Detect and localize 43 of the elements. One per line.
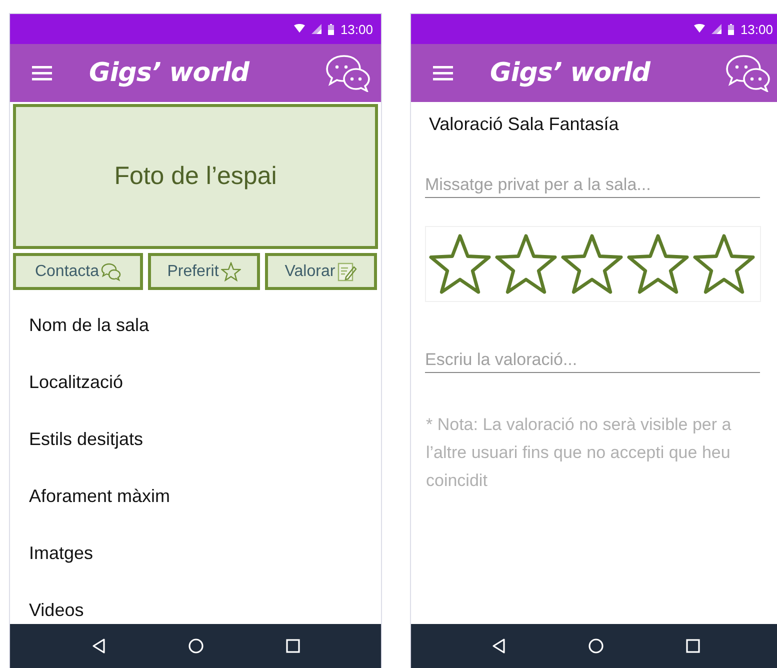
battery-icon	[728, 24, 734, 34]
star-icon[interactable]	[494, 233, 558, 295]
detail-item[interactable]: Nom de la sala	[29, 312, 381, 339]
action-button[interactable]: Valorar	[265, 253, 377, 290]
app-title: Gigs’ world	[490, 58, 650, 88]
rating-heading: Valoració Sala Fantasía	[429, 114, 620, 135]
star-icon	[220, 262, 241, 282]
detail-item[interactable]: Imatges	[29, 540, 381, 567]
star-rating[interactable]	[425, 226, 761, 302]
star-icon[interactable]	[560, 233, 624, 295]
star-icon[interactable]	[428, 233, 492, 295]
action-button[interactable]: Contacta	[13, 253, 143, 290]
message-field[interactable]: Missatge privat per a la sala...	[425, 173, 760, 198]
recent-apps-icon[interactable]	[684, 638, 701, 654]
home-icon[interactable]	[188, 638, 204, 654]
chat-bubbles-icon	[101, 262, 122, 282]
menu-icon[interactable]	[32, 65, 52, 81]
chat-bubbles-icon[interactable]	[725, 54, 771, 92]
photo-caption: Foto de l’espai	[114, 162, 277, 191]
wifi-icon	[294, 24, 306, 34]
signal-icon	[711, 24, 722, 34]
status-time: 13:00	[740, 22, 773, 36]
battery-icon	[328, 24, 334, 34]
detail-item[interactable]: Estils desitjats	[29, 426, 381, 453]
signal-icon	[311, 24, 322, 34]
home-icon[interactable]	[588, 638, 604, 654]
status-time: 13:00	[340, 22, 373, 36]
star-icon[interactable]	[692, 233, 756, 295]
note-text: * Nota: La valoració no serà visible per a l’altre usuari fins que no accepti que heu coincidit	[426, 414, 732, 492]
action-button[interactable]: Preferit	[148, 253, 260, 290]
star-icon[interactable]	[626, 233, 690, 295]
detail-item[interactable]: Localització	[29, 369, 381, 396]
detail-item[interactable]: Videos	[29, 597, 381, 624]
app-title: Gigs’ world	[89, 58, 249, 88]
detail-item[interactable]: Aforament màxim	[29, 483, 381, 510]
chat-bubbles-icon[interactable]	[325, 54, 371, 92]
menu-icon[interactable]	[433, 65, 453, 81]
back-icon[interactable]	[491, 638, 508, 654]
wifi-icon	[694, 24, 706, 34]
edit-document-icon	[337, 262, 358, 282]
review-field[interactable]: Escriu la valoració...	[425, 348, 760, 373]
back-icon[interactable]	[90, 638, 106, 654]
recent-apps-icon[interactable]	[284, 638, 300, 654]
